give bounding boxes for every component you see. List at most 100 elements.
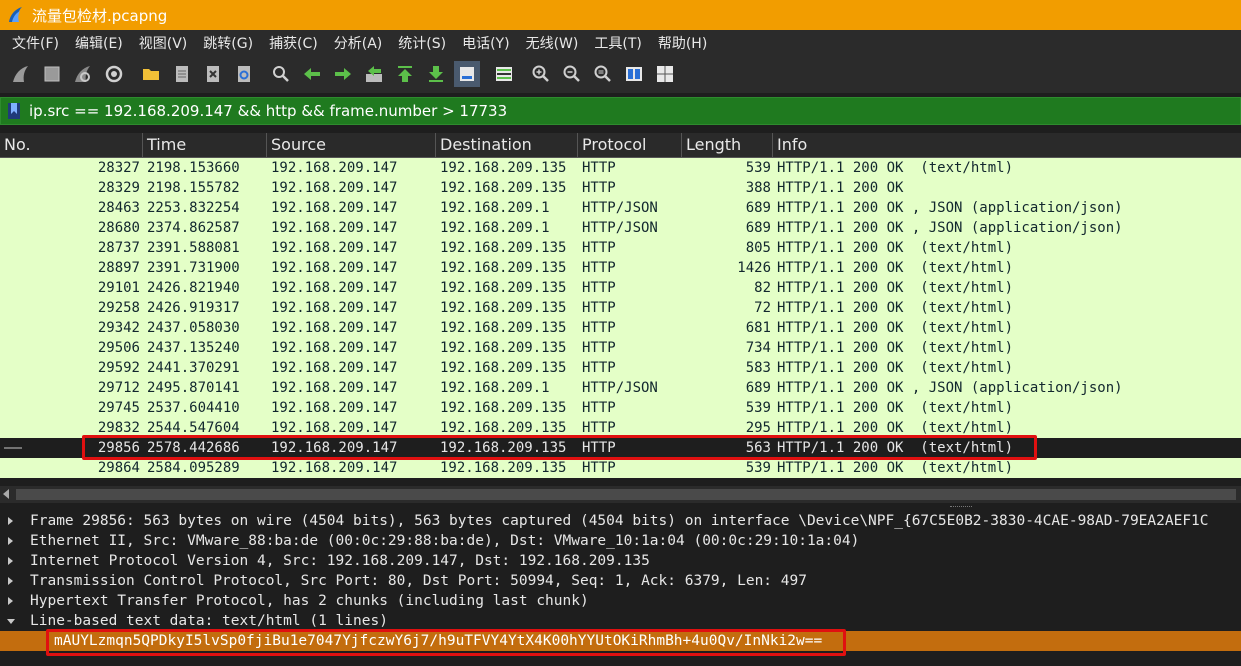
packet-row[interactable]: 29592 2441.370291 192.168.209.147 192.16… bbox=[0, 358, 1241, 378]
pane-splitter[interactable] bbox=[0, 503, 1241, 511]
packet-length: 689 bbox=[745, 380, 771, 396]
packet-list-hscrollbar[interactable] bbox=[0, 486, 1241, 503]
resize-columns-button[interactable] bbox=[621, 61, 647, 87]
packet-no: 29342 bbox=[97, 320, 140, 336]
packet-no: 29864 bbox=[97, 460, 140, 476]
packet-row[interactable]: 28897 2391.731900 192.168.209.147 192.16… bbox=[0, 258, 1241, 278]
packet-length: 681 bbox=[745, 320, 771, 336]
packet-source: 192.168.209.147 bbox=[271, 160, 398, 176]
close-file-button[interactable] bbox=[200, 61, 226, 87]
go-last-button[interactable] bbox=[423, 61, 449, 87]
zoom-out-button[interactable] bbox=[559, 61, 585, 87]
packet-no: 29101 bbox=[97, 280, 140, 296]
go-to-packet-button[interactable] bbox=[361, 61, 387, 87]
find-packet-button[interactable] bbox=[268, 61, 294, 87]
packet-info: HTTP/1.1 200 OK (text/html) bbox=[777, 340, 1014, 356]
packet-protocol: HTTP bbox=[582, 160, 616, 176]
reload-icon bbox=[238, 66, 250, 82]
zoom-in-button[interactable] bbox=[528, 61, 554, 87]
stop-capture-button[interactable] bbox=[39, 61, 65, 87]
detail-text: Ethernet II, Src: VMware_88:ba:de (00:0c… bbox=[30, 533, 860, 549]
column-header-no[interactable]: No. bbox=[0, 133, 142, 157]
packet-no: 28680 bbox=[97, 220, 140, 236]
packet-row[interactable]: 29101 2426.821940 192.168.209.147 192.16… bbox=[0, 278, 1241, 298]
collapse-arrow-icon[interactable] bbox=[7, 619, 15, 624]
expand-arrow-icon[interactable] bbox=[8, 517, 13, 525]
reload-file-button[interactable] bbox=[231, 61, 257, 87]
menu-edit[interactable]: 编辑(E) bbox=[67, 33, 131, 53]
packet-row[interactable]: 29745 2537.604410 192.168.209.147 192.16… bbox=[0, 398, 1241, 418]
expand-arrow-icon[interactable] bbox=[8, 597, 13, 605]
column-header-info[interactable]: Info bbox=[772, 133, 1241, 157]
title-bar: 流量包检材.pcapng bbox=[0, 0, 1241, 30]
packet-list[interactable]: 28327 2198.153660 192.168.209.147 192.16… bbox=[0, 158, 1241, 478]
packet-length: 539 bbox=[745, 460, 771, 476]
packet-row[interactable]: 29506 2437.135240 192.168.209.147 192.16… bbox=[0, 338, 1241, 358]
stop-icon bbox=[44, 66, 60, 82]
scrollbar-thumb[interactable] bbox=[16, 489, 1236, 500]
packet-row[interactable]: 28329 2198.155782 192.168.209.147 192.16… bbox=[0, 178, 1241, 198]
go-forward-button[interactable] bbox=[330, 61, 356, 87]
packet-source: 192.168.209.147 bbox=[271, 380, 398, 396]
packet-source: 192.168.209.147 bbox=[271, 180, 398, 196]
menu-bar: 文件(F) 编辑(E) 视图(V) 跳转(G) 捕获(C) 分析(A) 统计(S… bbox=[0, 30, 1241, 55]
packet-info: HTTP/1.1 200 OK (text/html) bbox=[777, 240, 1014, 256]
packet-row[interactable]: 29342 2437.058030 192.168.209.147 192.16… bbox=[0, 318, 1241, 338]
packet-info: HTTP/1.1 200 OK , JSON (application/json… bbox=[777, 220, 1123, 236]
menu-wireless[interactable]: 无线(W) bbox=[518, 33, 587, 53]
column-header-protocol[interactable]: Protocol bbox=[577, 133, 681, 157]
packet-protocol: HTTP bbox=[582, 240, 616, 256]
menu-capture[interactable]: 捕获(C) bbox=[261, 33, 326, 53]
packet-no: 29592 bbox=[97, 360, 140, 376]
detail-row-line-based-text[interactable]: Line-based text data: text/html (1 lines… bbox=[0, 611, 1241, 631]
menu-analyze[interactable]: 分析(A) bbox=[326, 33, 391, 53]
menu-view[interactable]: 视图(V) bbox=[131, 33, 196, 53]
detail-row-ethernet[interactable]: Ethernet II, Src: VMware_88:ba:de (00:0c… bbox=[0, 531, 1241, 551]
start-capture-button[interactable] bbox=[8, 61, 34, 87]
open-file-button[interactable] bbox=[138, 61, 164, 87]
expand-arrow-icon[interactable] bbox=[8, 577, 13, 585]
column-header-time[interactable]: Time bbox=[142, 133, 266, 157]
menu-file[interactable]: 文件(F) bbox=[4, 33, 67, 53]
detail-row-frame[interactable]: Frame 29856: 563 bytes on wire (4504 bit… bbox=[0, 511, 1241, 531]
expand-arrow-icon[interactable] bbox=[8, 537, 13, 545]
menu-telephony[interactable]: 电话(Y) bbox=[454, 33, 517, 53]
column-header-source[interactable]: Source bbox=[266, 133, 435, 157]
save-file-button[interactable] bbox=[169, 61, 195, 87]
menu-help[interactable]: 帮助(H) bbox=[650, 33, 715, 53]
go-back-button[interactable] bbox=[299, 61, 325, 87]
detail-row-tcp[interactable]: Transmission Control Protocol, Src Port:… bbox=[0, 571, 1241, 591]
resize-columns-icon bbox=[626, 67, 642, 81]
packet-no: 29258 bbox=[97, 300, 140, 316]
restart-capture-button[interactable] bbox=[70, 61, 96, 87]
filter-bookmark-icon[interactable] bbox=[7, 102, 21, 120]
column-header-length[interactable]: Length bbox=[681, 133, 772, 157]
zoom-normal-button[interactable] bbox=[590, 61, 616, 87]
display-filter-input[interactable] bbox=[29, 102, 1209, 120]
packet-row[interactable]: 28327 2198.153660 192.168.209.147 192.16… bbox=[0, 158, 1241, 178]
packet-row[interactable]: 28680 2374.862587 192.168.209.147 192.16… bbox=[0, 218, 1241, 238]
scroll-left-arrow-icon[interactable] bbox=[3, 489, 9, 499]
layout-button[interactable] bbox=[652, 61, 678, 87]
colorize-button[interactable] bbox=[491, 61, 517, 87]
menu-go[interactable]: 跳转(G) bbox=[195, 33, 261, 53]
packet-info: HTTP/1.1 200 OK (text/html) bbox=[777, 460, 1014, 476]
expand-arrow-icon[interactable] bbox=[8, 557, 13, 565]
packet-info: HTTP/1.1 200 OK , JSON (application/json… bbox=[777, 200, 1123, 216]
packet-row[interactable]: 29864 2584.095289 192.168.209.147 192.16… bbox=[0, 458, 1241, 478]
packet-row[interactable]: 28463 2253.832254 192.168.209.147 192.16… bbox=[0, 198, 1241, 218]
packet-no: 28463 bbox=[97, 200, 140, 216]
packet-row[interactable]: 29712 2495.870141 192.168.209.147 192.16… bbox=[0, 378, 1241, 398]
menu-statistics[interactable]: 统计(S) bbox=[390, 33, 454, 53]
packet-row[interactable]: 29258 2426.919317 192.168.209.147 192.16… bbox=[0, 298, 1241, 318]
go-first-button[interactable] bbox=[392, 61, 418, 87]
detail-row-http[interactable]: Hypertext Transfer Protocol, has 2 chunk… bbox=[0, 591, 1241, 611]
detail-row-ipv4[interactable]: Internet Protocol Version 4, Src: 192.16… bbox=[0, 551, 1241, 571]
packet-time: 2391.588081 bbox=[147, 240, 240, 256]
capture-options-button[interactable] bbox=[101, 61, 127, 87]
menu-tools[interactable]: 工具(T) bbox=[586, 33, 649, 53]
packet-row[interactable]: 28737 2391.588081 192.168.209.147 192.16… bbox=[0, 238, 1241, 258]
packet-protocol: HTTP/JSON bbox=[582, 200, 658, 216]
autoscroll-button[interactable] bbox=[454, 61, 480, 87]
column-header-destination[interactable]: Destination bbox=[435, 133, 577, 157]
